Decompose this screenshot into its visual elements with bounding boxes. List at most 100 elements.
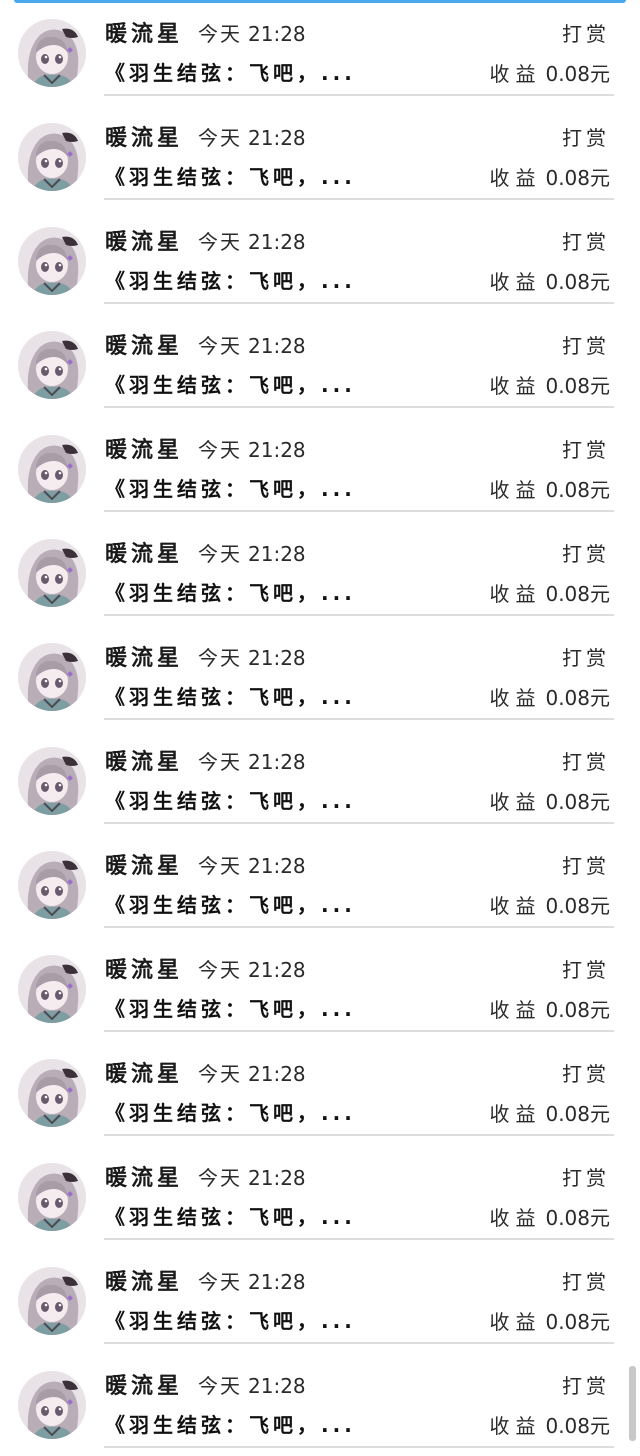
earnings: 收益 0.08元 (489, 994, 610, 1023)
list-item[interactable]: 暖流星 今天 21:28 打赏 《羽生结弦：飞吧，... 收益 0.08元 (0, 520, 640, 624)
anime-girl-avatar-icon[interactable] (18, 1267, 86, 1335)
list-item[interactable]: 暖流星 今天 21:28 打赏 《羽生结弦：飞吧，... 收益 0.08元 (0, 1352, 640, 1456)
anime-girl-avatar-icon[interactable] (18, 643, 86, 711)
scrollbar-thumb[interactable] (629, 1366, 636, 1441)
sender-name: 暖流星 (105, 750, 184, 775)
earnings-amount: 0.08元 (545, 478, 610, 502)
sender-name: 暖流星 (105, 646, 184, 671)
earnings-amount: 0.08元 (545, 1102, 610, 1126)
work-title[interactable]: 《羽生结弦：飞吧，... (105, 785, 365, 814)
work-title[interactable]: 《羽生结弦：飞吧，... (105, 369, 365, 398)
divider (104, 926, 614, 928)
anime-girl-avatar-icon[interactable] (18, 331, 86, 399)
earnings: 收益 0.08元 (489, 1306, 610, 1335)
timestamp-time: 21:28 (248, 1062, 306, 1086)
earnings-label: 收益 (489, 582, 542, 606)
work-title[interactable]: 《羽生结弦：飞吧，... (105, 681, 365, 710)
anime-girl-avatar-icon[interactable] (18, 955, 86, 1023)
anime-girl-avatar-icon[interactable] (18, 435, 86, 503)
anime-girl-avatar-icon[interactable] (18, 851, 86, 919)
work-title[interactable]: 《羽生结弦：飞吧，... (105, 161, 365, 190)
timestamp-day: 今天 (198, 438, 242, 462)
timestamp-day: 今天 (198, 854, 242, 878)
work-title[interactable]: 《羽生结弦：飞吧，... (105, 889, 365, 918)
work-title[interactable]: 《羽生结弦：飞吧，... (105, 577, 365, 606)
list-item[interactable]: 暖流星 今天 21:28 打赏 《羽生结弦：飞吧，... 收益 0.08元 (0, 208, 640, 312)
anime-girl-avatar-icon[interactable] (18, 1059, 86, 1127)
earnings-amount: 0.08元 (545, 582, 610, 606)
list-item[interactable]: 暖流星 今天 21:28 打赏 《羽生结弦：飞吧，... 收益 0.08元 (0, 728, 640, 832)
record-type-label: 打赏 (562, 646, 610, 670)
earnings: 收益 0.08元 (489, 890, 610, 919)
timestamp-time: 21:28 (248, 230, 306, 254)
timestamp-day: 今天 (198, 750, 242, 774)
list-item[interactable]: 暖流星 今天 21:28 打赏 《羽生结弦：飞吧，... 收益 0.08元 (0, 624, 640, 728)
timestamp-day: 今天 (198, 646, 242, 670)
timestamp-time: 21:28 (248, 1166, 306, 1190)
timestamp: 今天 21:28 (198, 1058, 306, 1087)
earnings: 收益 0.08元 (489, 266, 610, 295)
timestamp: 今天 21:28 (198, 954, 306, 983)
record-type-label: 打赏 (562, 958, 610, 982)
reward-record-list: 暖流星 今天 21:28 打赏 《羽生结弦：飞吧，... 收益 0.08元 暖流星 (0, 0, 640, 1456)
work-title[interactable]: 《羽生结弦：飞吧，... (105, 993, 365, 1022)
anime-girl-avatar-icon[interactable] (18, 747, 86, 815)
sender-name: 暖流星 (105, 334, 184, 359)
record-type-label: 打赏 (562, 854, 610, 878)
earnings-amount: 0.08元 (545, 1206, 610, 1230)
work-title[interactable]: 《羽生结弦：飞吧，... (105, 1305, 365, 1334)
list-item[interactable]: 暖流星 今天 21:28 打赏 《羽生结弦：飞吧，... 收益 0.08元 (0, 832, 640, 936)
divider (104, 822, 614, 824)
timestamp-day: 今天 (198, 22, 242, 46)
divider (104, 614, 614, 616)
earnings-label: 收益 (489, 790, 542, 814)
timestamp-day: 今天 (198, 334, 242, 358)
record-type-label: 打赏 (562, 542, 610, 566)
earnings-amount: 0.08元 (545, 374, 610, 398)
anime-girl-avatar-icon[interactable] (18, 227, 86, 295)
timestamp: 今天 21:28 (198, 226, 306, 255)
divider (104, 302, 614, 304)
divider (104, 718, 614, 720)
anime-girl-avatar-icon[interactable] (18, 539, 86, 607)
earnings-amount: 0.08元 (545, 894, 610, 918)
timestamp: 今天 21:28 (198, 746, 306, 775)
work-title[interactable]: 《羽生结弦：飞吧，... (105, 1201, 365, 1230)
work-title[interactable]: 《羽生结弦：飞吧，... (105, 265, 365, 294)
anime-girl-avatar-icon[interactable] (18, 1371, 86, 1439)
work-title[interactable]: 《羽生结弦：飞吧，... (105, 1097, 365, 1126)
earnings: 收益 0.08元 (489, 370, 610, 399)
divider (104, 510, 614, 512)
work-title[interactable]: 《羽生结弦：飞吧，... (105, 1409, 365, 1438)
work-title[interactable]: 《羽生结弦：飞吧，... (105, 473, 365, 502)
list-item[interactable]: 暖流星 今天 21:28 打赏 《羽生结弦：飞吧，... 收益 0.08元 (0, 0, 640, 104)
timestamp-time: 21:28 (248, 1270, 306, 1294)
work-title[interactable]: 《羽生结弦：飞吧，... (105, 57, 365, 86)
sender-name: 暖流星 (105, 1374, 184, 1399)
timestamp-time: 21:28 (248, 646, 306, 670)
list-item[interactable]: 暖流星 今天 21:28 打赏 《羽生结弦：飞吧，... 收益 0.08元 (0, 416, 640, 520)
list-item[interactable]: 暖流星 今天 21:28 打赏 《羽生结弦：飞吧，... 收益 0.08元 (0, 936, 640, 1040)
sender-name: 暖流星 (105, 542, 184, 567)
divider (104, 94, 614, 96)
earnings-label: 收益 (489, 998, 542, 1022)
anime-girl-avatar-icon[interactable] (18, 1163, 86, 1231)
list-item[interactable]: 暖流星 今天 21:28 打赏 《羽生结弦：飞吧，... 收益 0.08元 (0, 104, 640, 208)
list-item[interactable]: 暖流星 今天 21:28 打赏 《羽生结弦：飞吧，... 收益 0.08元 (0, 1248, 640, 1352)
anime-girl-avatar-icon[interactable] (18, 19, 86, 87)
divider (104, 198, 614, 200)
timestamp: 今天 21:28 (198, 538, 306, 567)
anime-girl-avatar-icon[interactable] (18, 123, 86, 191)
timestamp-day: 今天 (198, 1374, 242, 1398)
list-item[interactable]: 暖流星 今天 21:28 打赏 《羽生结弦：飞吧，... 收益 0.08元 (0, 1144, 640, 1248)
list-item[interactable]: 暖流星 今天 21:28 打赏 《羽生结弦：飞吧，... 收益 0.08元 (0, 1040, 640, 1144)
list-item[interactable]: 暖流星 今天 21:28 打赏 《羽生结弦：飞吧，... 收益 0.08元 (0, 312, 640, 416)
record-type-label: 打赏 (562, 22, 610, 46)
divider (104, 1238, 614, 1240)
earnings-label: 收益 (489, 1310, 542, 1334)
earnings: 收益 0.08元 (489, 58, 610, 87)
earnings-amount: 0.08元 (545, 270, 610, 294)
earnings-label: 收益 (489, 1206, 542, 1230)
earnings: 收益 0.08元 (489, 162, 610, 191)
timestamp: 今天 21:28 (198, 122, 306, 151)
